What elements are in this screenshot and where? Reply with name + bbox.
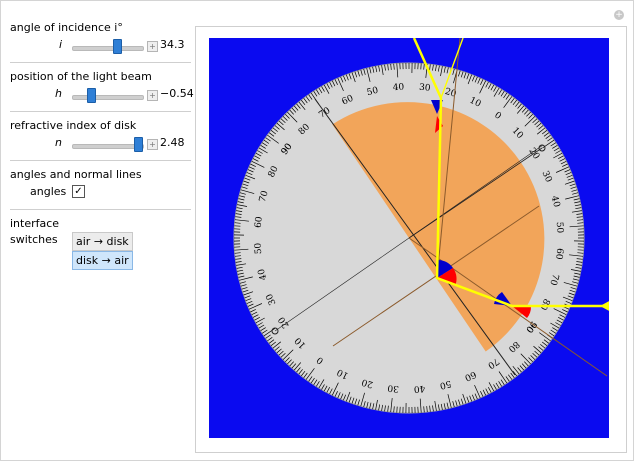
plus-circle-icon[interactable]: + [614,10,624,20]
angles-label: angles [30,185,67,198]
refractive-section: refractive index of disk n + 2.48 [0,118,190,154]
protractor-label: 40 [413,383,425,394]
incidence-slider-thumb[interactable] [112,39,122,54]
position-value: −0.54 [160,87,194,100]
refractive-plus-icon[interactable]: + [147,139,158,150]
protractor-label: 30 [387,382,400,393]
divider [10,62,191,63]
incidence-plus-icon[interactable]: + [147,41,158,52]
refraction-diagram: 9080706050403020100102030405060708090908… [209,38,609,438]
interface-section: interface switches air → diskdisk → air [0,216,190,270]
disk-to-air-button[interactable]: disk → air [72,251,133,270]
position-section: position of the light beam h + −0.54 [0,69,194,105]
refractive-slider-thumb[interactable] [134,137,144,152]
incidence-row: i + 34.3 [10,36,185,56]
protractor-label: 50 [554,221,565,233]
refractive-symbol: n [55,136,62,149]
interface-row: switches air → diskdisk → air [10,232,180,270]
angles-checkbox[interactable]: ✓ [72,185,85,198]
divider [10,160,191,161]
protractor-label: 50 [253,242,264,254]
interface-title: interface [10,217,60,230]
protractor-label: 40 [392,82,404,93]
interface-buttons: air → diskdisk → air [72,232,180,270]
position-symbol: h [55,87,62,100]
incidence-section: angle of incidence i° i + 34.3 [0,20,190,56]
refractive-row: n + 2.48 [10,134,185,154]
incidence-title: angle of incidence i° [10,21,123,34]
visualization-frame: 9080706050403020100102030405060708090908… [195,26,627,453]
divider [10,111,191,112]
protractor-label: 60 [254,216,265,229]
protractor-label: 60 [553,248,564,261]
position-slider-track[interactable] [72,95,144,100]
refractive-title: refractive index of disk [10,119,137,132]
switches-label: switches [10,233,58,246]
position-plus-icon[interactable]: + [147,90,158,101]
refractive-value: 2.48 [160,136,185,149]
position-slider-thumb[interactable] [86,88,96,103]
angles-title: angles and normal lines [10,168,142,181]
position-title: position of the light beam [10,70,152,83]
control-panel: angle of incidence i° i + 34.3 position … [0,20,194,270]
protractor-label: 30 [419,83,432,94]
angles-section: angles and normal lines angles ✓ [0,167,190,201]
angles-row: angles ✓ [10,183,180,201]
air-to-disk-button[interactable]: air → disk [72,232,133,251]
incidence-value: 34.3 [160,38,185,51]
incidence-symbol: i [58,38,62,51]
divider [10,209,191,210]
position-row: h + −0.54 [10,85,194,105]
incidence-slider-track[interactable] [72,46,144,51]
